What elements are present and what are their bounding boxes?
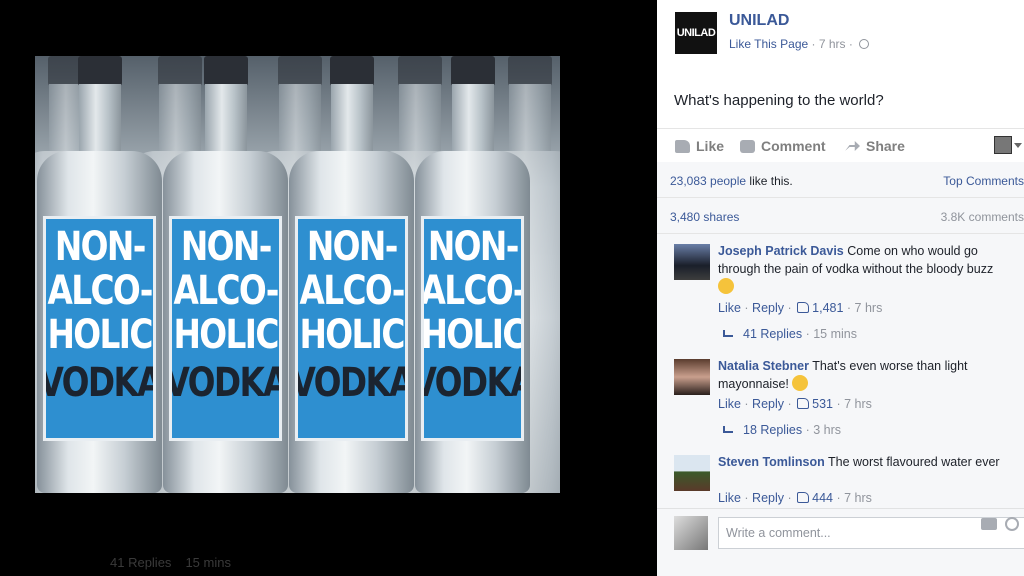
comment-composer: Write a comment...: [657, 508, 1024, 556]
bottle: NON-ALCO-HOLICVODKA: [163, 56, 288, 493]
thumbs-up-icon: [796, 398, 809, 409]
post-text: What's happening to the world?: [674, 92, 884, 109]
thumbs-up-icon: [796, 302, 809, 313]
like-button[interactable]: Like: [675, 138, 724, 154]
comment-time[interactable]: 7 hrs: [844, 491, 872, 505]
bottle: NON-ALCO-HOLICVODKA: [289, 56, 414, 493]
avatar: [674, 516, 708, 550]
page-avatar[interactable]: UNILAD: [675, 12, 717, 54]
share-label: Share: [866, 138, 905, 154]
like-page-link[interactable]: Like This Page: [729, 37, 808, 51]
shares-summary-row: 3,480 shares 3.8K comments: [657, 198, 1024, 234]
bottle-label: NON-ALCO-HOLICVODKA: [295, 216, 408, 441]
comment-button[interactable]: Comment: [740, 138, 826, 154]
comment-body: Natalia Stebner That's even worse than l…: [718, 357, 1018, 393]
comment-meta: Like · Reply · 531 · 7 hrs: [718, 397, 872, 411]
emoji-icon[interactable]: [1005, 517, 1019, 531]
comment-input[interactable]: Write a comment...: [718, 517, 1024, 549]
comment-body: Joseph Patrick Davis Come on who would g…: [718, 242, 1018, 296]
post-meta: Like This Page · 7 hrs ·: [729, 37, 870, 51]
post-header: UNILAD UNILAD Like This Page · 7 hrs ·: [657, 0, 1024, 72]
background-ghost-replies: 41 Replies 15 mins: [110, 555, 231, 570]
top-comments-toggle[interactable]: Top Comments: [943, 174, 1024, 188]
comment-like-count[interactable]: 444: [812, 491, 833, 505]
bottle-label: NON-ALCO-HOLICVODKA: [43, 216, 156, 441]
bottle-label: NON-ALCO-HOLICVODKA: [169, 216, 282, 441]
comment-body: Steven Tomlinson The worst flavoured wat…: [718, 453, 1018, 471]
avatar[interactable]: [674, 359, 710, 395]
page-name-link[interactable]: UNILAD: [729, 12, 789, 30]
share-arrow-icon: [845, 141, 860, 151]
avatar[interactable]: [674, 244, 710, 280]
scream-emoji-icon: [792, 375, 809, 391]
comment-like-link[interactable]: Like: [718, 301, 741, 315]
post-time[interactable]: 7 hrs: [819, 37, 846, 51]
comment-time[interactable]: 7 hrs: [855, 301, 883, 315]
thumbs-up-icon: [796, 492, 809, 503]
laughing-emoji-icon: [718, 278, 734, 294]
share-button[interactable]: Share: [845, 138, 905, 154]
replies-count: 41 Replies: [743, 327, 803, 341]
commenter-name[interactable]: Natalia Stebner: [718, 359, 809, 373]
camera-icon[interactable]: [981, 518, 997, 530]
viewer-avatar[interactable]: [994, 136, 1012, 154]
shares-link[interactable]: 3,480 shares: [670, 210, 739, 224]
comment-meta: Like · Reply · 444 · 7 hrs: [718, 491, 872, 505]
commenter-name[interactable]: Steven Tomlinson: [718, 455, 825, 469]
comment-reply-link[interactable]: Reply: [752, 491, 784, 505]
bottle: NON-ALCO-HOLICVODKA: [415, 56, 530, 493]
comment-like-count[interactable]: 1,481: [812, 301, 843, 315]
avatar[interactable]: [674, 455, 710, 491]
comment-meta: Like · Reply · 1,481 · 7 hrs: [718, 301, 883, 315]
chevron-down-icon[interactable]: [1014, 143, 1022, 148]
replies-count: 18 Replies: [743, 423, 803, 437]
replies-time: 15 mins: [813, 327, 857, 341]
view-replies-link[interactable]: 18 Replies · 3 hrs: [723, 423, 841, 437]
like-label: Like: [696, 138, 725, 154]
comment-reply-link[interactable]: Reply: [752, 397, 784, 411]
thumbs-up-icon: [675, 139, 690, 153]
post-photo[interactable]: NON- ALCO- HOLIC VODKA NON- ALCO- HOLIC VODKA …: [35, 56, 560, 493]
likers-link[interactable]: 23,083 people: [670, 174, 746, 188]
comment-text: The worst flavoured water ever: [827, 455, 1000, 469]
commenter-name[interactable]: Joseph Patrick Davis: [718, 244, 844, 258]
likes-summary-row: 23,083 people like this. Top Comments: [657, 162, 1024, 198]
post-side-panel: UNILAD UNILAD Like This Page · 7 hrs · W…: [657, 0, 1024, 576]
comment-label: Comment: [761, 138, 826, 154]
bottle-label: NON-ALCO-HOLICVODKA: [421, 216, 524, 441]
bottle: NON-ALCO-HOLICVODKA: [37, 56, 162, 493]
comment-icon: [740, 139, 755, 153]
comment-reply-link[interactable]: Reply: [752, 301, 784, 315]
photo-stage: NON- ALCO- HOLIC VODKA NON- ALCO- HOLIC VODKA …: [0, 0, 657, 576]
comment-time[interactable]: 7 hrs: [844, 397, 872, 411]
globe-icon: [859, 39, 870, 49]
comment-like-count[interactable]: 531: [812, 397, 833, 411]
view-replies-link[interactable]: 41 Replies · 15 mins: [723, 327, 857, 341]
reply-arrow-icon: [723, 426, 733, 433]
comment-like-link[interactable]: Like: [718, 491, 741, 505]
comment-like-link[interactable]: Like: [718, 397, 741, 411]
likes-suffix: like this.: [749, 174, 793, 188]
reply-arrow-icon: [723, 330, 733, 337]
replies-time: 3 hrs: [813, 423, 841, 437]
post-actions: Like Comment Share: [657, 128, 1024, 162]
comments-count[interactable]: 3.8K comments: [941, 210, 1024, 224]
